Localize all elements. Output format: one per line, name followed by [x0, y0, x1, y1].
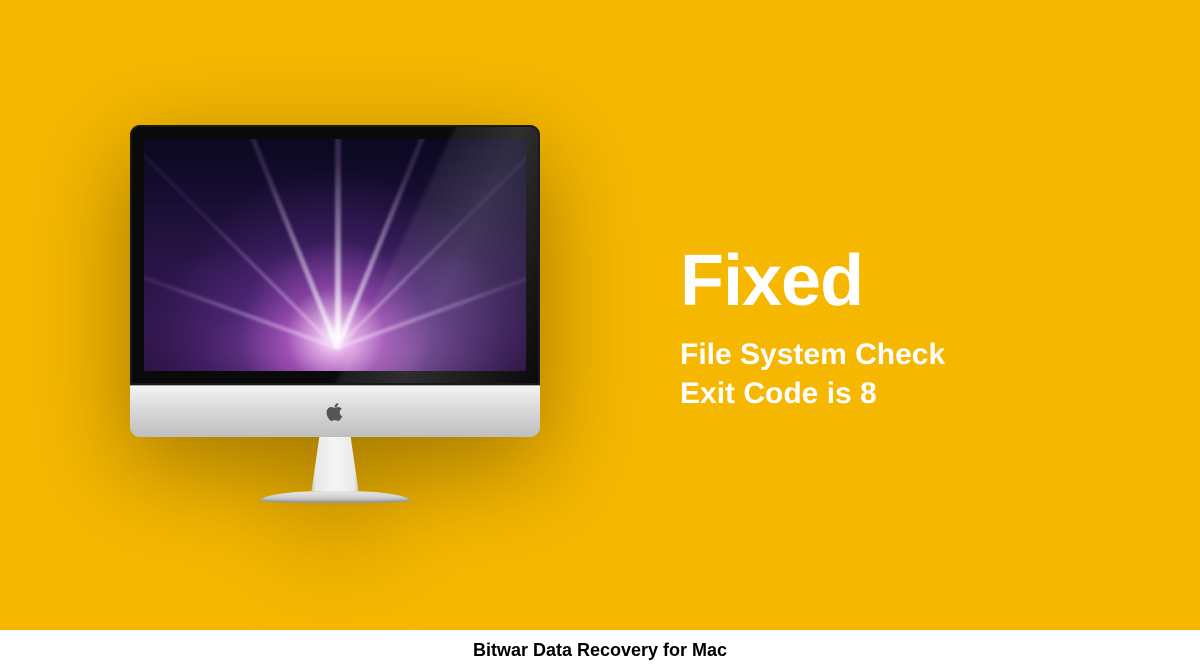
hero-subline: File System Check Exit Code is 8 — [680, 335, 945, 413]
apple-logo-icon — [326, 402, 344, 422]
hero-text: Fixed File System Check Exit Code is 8 — [680, 245, 945, 413]
imac-screen — [130, 125, 540, 385]
footer-caption: Bitwar Data Recovery for Mac — [473, 640, 727, 661]
imac-stand-neck — [307, 437, 363, 491]
footer-caption-bar: Bitwar Data Recovery for Mac — [0, 630, 1200, 670]
imac-illustration — [130, 125, 540, 503]
hero-banner: Fixed File System Check Exit Code is 8 — [0, 0, 1200, 630]
subline-line-2: Exit Code is 8 — [680, 377, 877, 410]
imac-stand-base — [260, 491, 410, 503]
aurora-wallpaper — [144, 139, 526, 371]
hero-headline: Fixed — [680, 245, 945, 317]
imac-chin — [130, 385, 540, 437]
subline-line-1: File System Check — [680, 338, 945, 371]
